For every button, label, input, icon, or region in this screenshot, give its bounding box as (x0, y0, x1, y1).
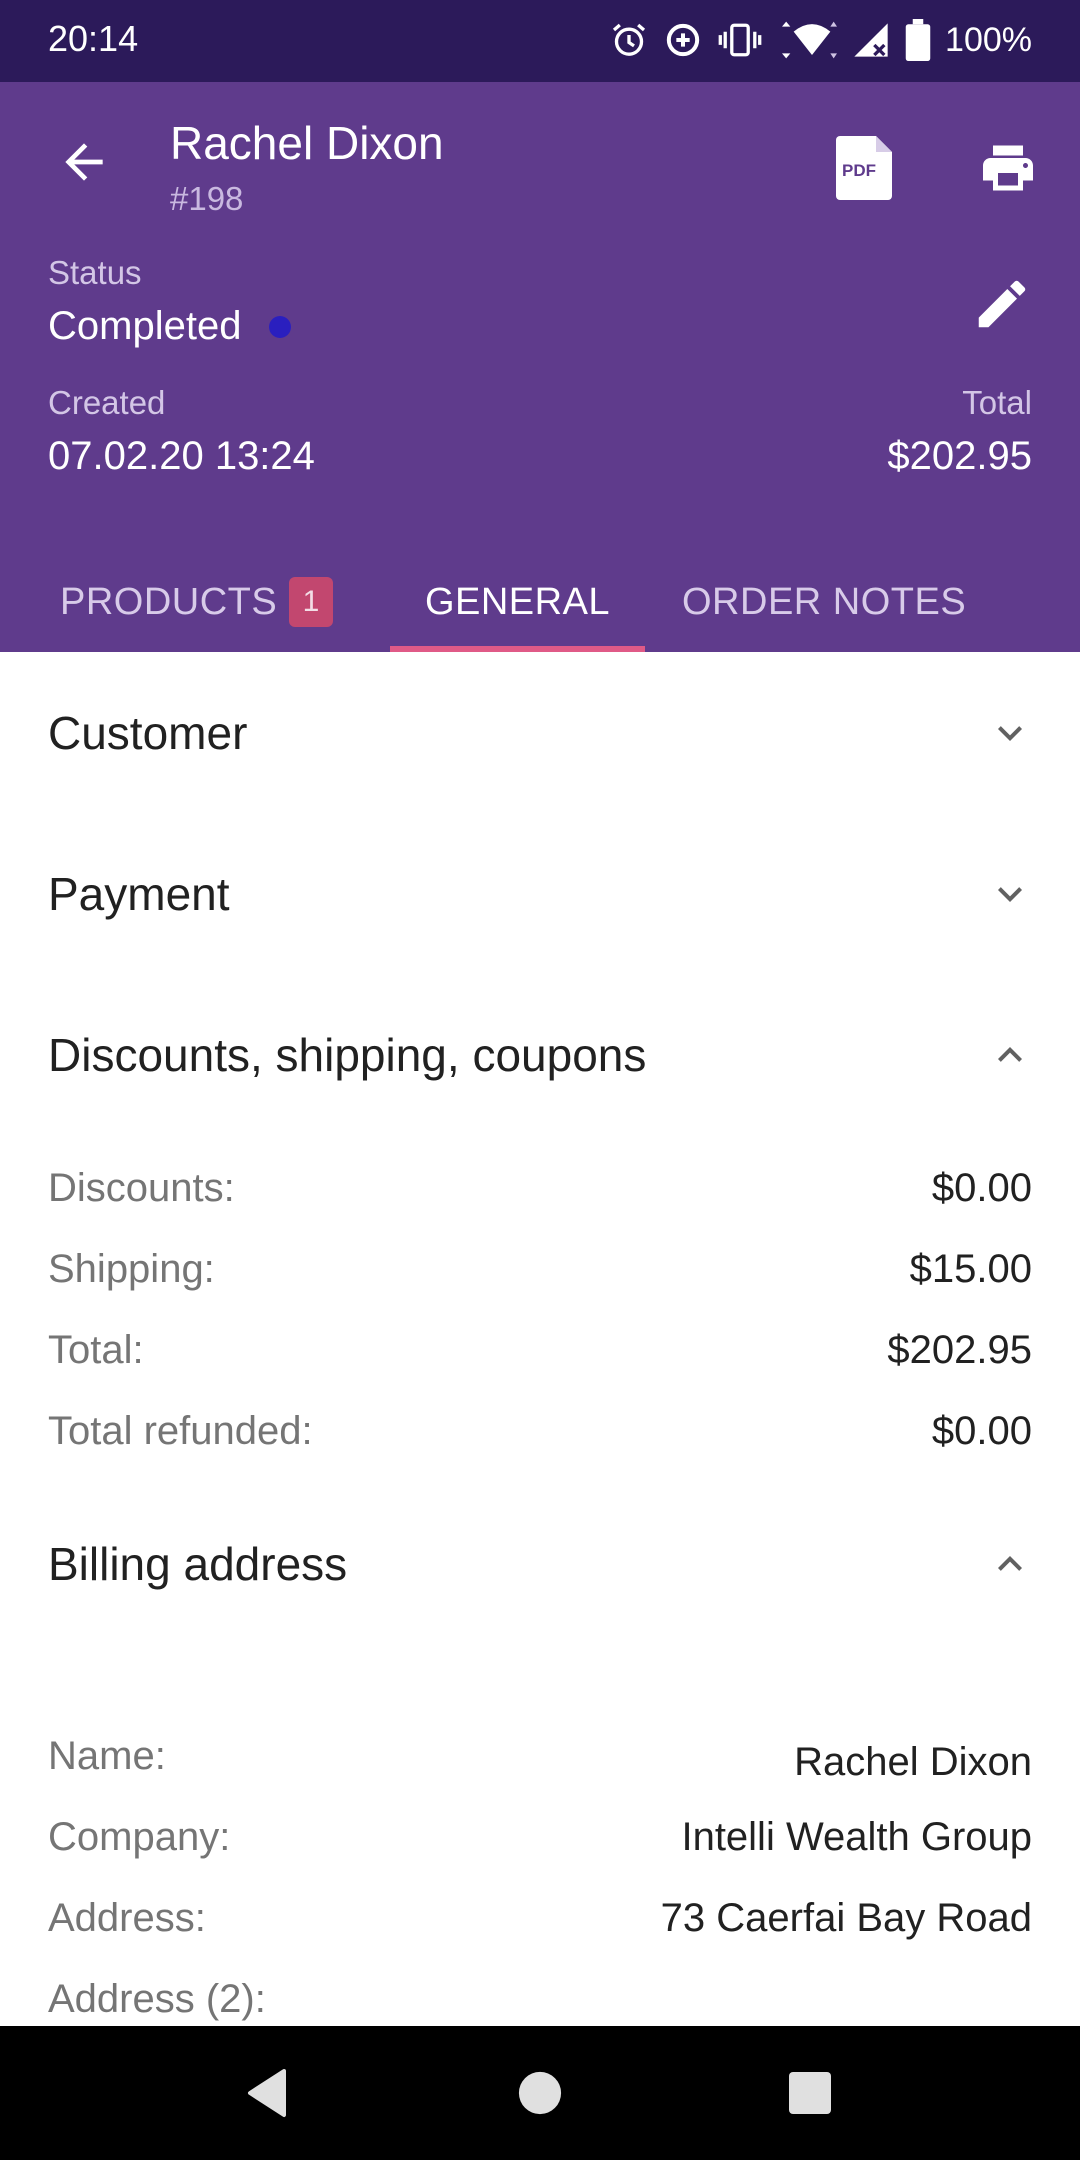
pdf-button[interactable]: PDF (826, 128, 906, 208)
edit-status-button[interactable] (962, 264, 1042, 344)
total-refunded-label: Total refunded: (48, 1409, 313, 1453)
pdf-icon: PDF (836, 136, 892, 200)
printer-icon (983, 145, 1033, 191)
status-icons: 100% (595, 16, 1032, 64)
billing-section-header[interactable]: Billing address (0, 1514, 1080, 1614)
total-label: Total (962, 384, 1032, 421)
total-refunded-value: $0.00 (931, 1409, 1032, 1453)
billing-company-label: Company: (48, 1815, 231, 1859)
status-value: Completed (48, 304, 292, 349)
tab-products-label: PRODUCTS (60, 580, 278, 623)
billing-address-value: 73 Caerfai Bay Road (660, 1896, 1032, 1940)
chevron-up-icon (980, 1025, 1040, 1085)
chevron-down-icon (980, 864, 1040, 924)
status-label: Status (48, 254, 142, 291)
order-header: Rachel Dixon #198 PDF Status Completed C… (0, 82, 1080, 652)
discounts-value: $0.00 (931, 1166, 1032, 1210)
customer-section-title: Customer (48, 707, 248, 759)
battery-icon (905, 19, 931, 61)
svg-text:PDF: PDF (842, 161, 876, 180)
total-row-value: $202.95 (887, 1328, 1032, 1372)
status-indicator-dot (269, 315, 292, 338)
payment-section-header[interactable]: Payment (0, 844, 1080, 944)
status-bar: 20:14 100% (0, 0, 1080, 82)
billing-address2-label: Address (2): (48, 1977, 266, 2021)
billing-address-label: Address: (48, 1896, 206, 1940)
wifi-icon (777, 20, 838, 60)
arrow-back-icon (65, 143, 103, 181)
nav-back-icon (248, 2069, 286, 2117)
total-row-label: Total: (48, 1328, 144, 1372)
nav-back-button[interactable] (228, 2058, 308, 2128)
tab-bar: PRODUCTS 1 GENERAL ORDER NOTES (0, 552, 1080, 652)
tab-order-notes[interactable]: ORDER NOTES (682, 552, 966, 652)
customer-section-header[interactable]: Customer (0, 683, 1080, 783)
nav-recents-button[interactable] (770, 2058, 850, 2128)
status-text: Completed (48, 304, 242, 348)
pencil-icon (978, 280, 1026, 328)
shipping-label: Shipping: (48, 1247, 215, 1291)
vibrate-icon (717, 20, 763, 60)
signal-icon (851, 20, 891, 60)
order-number: #198 (170, 180, 244, 217)
nav-recents-icon (789, 2072, 831, 2114)
billing-name-label: Name: (48, 1734, 166, 1778)
print-button[interactable] (966, 128, 1050, 208)
nav-home-button[interactable] (500, 2058, 580, 2128)
billing-company-value: Intelli Wealth Group (681, 1815, 1032, 1859)
shipping-value: $15.00 (909, 1247, 1032, 1291)
order-detail-screen: 20:14 100% Rachel Dixon #198 PDF Status … (0, 0, 1080, 2160)
nav-home-icon (518, 2071, 562, 2115)
created-label: Created (48, 384, 166, 421)
tab-general[interactable]: GENERAL (390, 552, 645, 652)
battery-percentage: 100% (945, 20, 1032, 59)
alarm-icon (609, 20, 649, 60)
customer-name: Rachel Dixon (170, 117, 444, 169)
total-value: $202.95 (887, 434, 1032, 478)
billing-name-value: Rachel Dixon (794, 1740, 1032, 1784)
chevron-down-icon (980, 703, 1040, 763)
status-time: 20:14 (48, 18, 139, 59)
payment-section-title: Payment (48, 868, 230, 920)
discounts-label: Discounts: (48, 1166, 235, 1210)
billing-section-title: Billing address (48, 1538, 348, 1590)
tab-order-notes-label: ORDER NOTES (682, 580, 967, 623)
chevron-up-icon (980, 1534, 1040, 1594)
back-button[interactable] (44, 122, 124, 202)
created-value: 07.02.20 13:24 (48, 434, 315, 478)
discounts-section-header[interactable]: Discounts, shipping, coupons (0, 1005, 1080, 1105)
general-tab-content: Customer Payment Discounts, shipping, co… (0, 652, 1080, 2026)
tab-products[interactable]: PRODUCTS 1 (60, 552, 334, 652)
system-navigation-bar (0, 2026, 1080, 2160)
tab-general-label: GENERAL (424, 580, 611, 623)
data-saver-icon (663, 20, 703, 60)
products-count-badge: 1 (289, 577, 334, 627)
discounts-section-title: Discounts, shipping, coupons (48, 1029, 647, 1081)
